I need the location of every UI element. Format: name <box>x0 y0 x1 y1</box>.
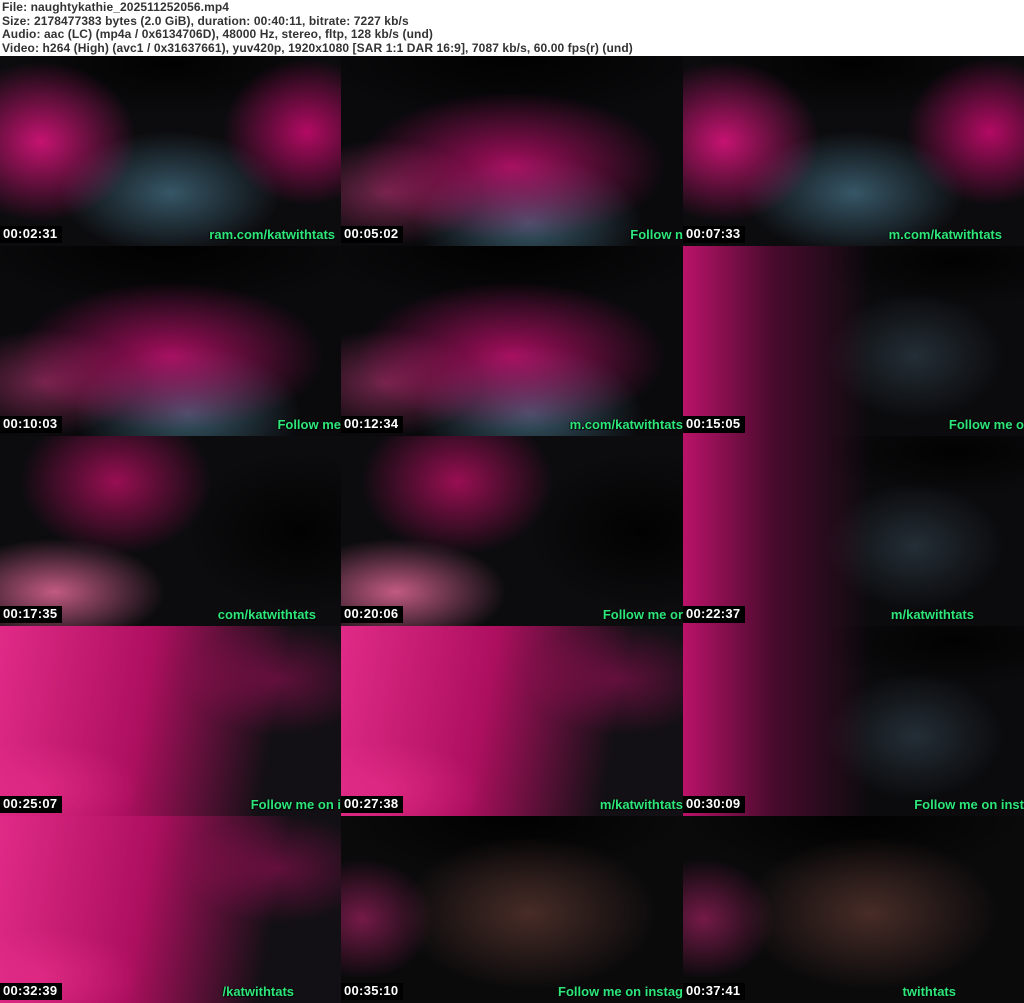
thumbnail-image <box>683 246 1024 436</box>
thumbnail-image <box>0 436 341 626</box>
video-thumbnail-14[interactable]: Follow me on instag 00:35:10 <box>341 816 683 1003</box>
timestamp-badge: 00:07:33 <box>683 226 746 243</box>
timestamp-badge: 00:20:06 <box>341 606 404 623</box>
overlay-caption-text: Follow me o <box>948 417 1024 432</box>
video-thumbnail-6[interactable]: Follow me o 00:15:05 <box>683 246 1024 436</box>
overlay-caption-text: Follow me <box>277 417 341 432</box>
timestamp-badge: 00:32:39 <box>0 983 63 1000</box>
timestamp-badge: 00:30:09 <box>683 796 746 813</box>
overlay-caption-text: Follow n <box>630 227 683 242</box>
thumbnail-image <box>341 56 683 246</box>
video-thumbnail-7[interactable]: com/katwithtats 00:17:35 <box>0 436 341 626</box>
metadata-header: File: naughtykathie_202511252056.mp4 Siz… <box>0 0 1024 56</box>
video-thumbnail-15[interactable]: twithtats 00:37:41 <box>683 816 1024 1003</box>
timestamp-badge: 00:10:03 <box>0 416 63 433</box>
thumbnail-image <box>683 626 1024 816</box>
overlay-caption-text: m.com/katwithtats <box>888 227 1002 242</box>
thumbnail-image <box>683 436 1024 626</box>
thumbnail-image <box>341 436 683 626</box>
overlay-caption-text: m/katwithtats <box>890 607 974 622</box>
overlay-caption-text: m/katwithtats <box>599 797 683 812</box>
overlay-caption-text: Follow me on inst <box>914 797 1024 812</box>
video-thumbnail-4[interactable]: Follow me 00:10:03 <box>0 246 341 436</box>
thumbnail-image <box>0 626 341 816</box>
overlay-caption-text: com/katwithtats <box>217 607 316 622</box>
file-size-line: Size: 2178477383 bytes (2.0 GiB), durati… <box>2 13 409 28</box>
overlay-caption-text: /katwithtats <box>222 984 294 999</box>
video-thumbnail-10[interactable]: Follow me on i 00:25:07 <box>0 626 341 816</box>
audio-info-line: Audio: aac (LC) (mp4a / 0x6134706D), 480… <box>2 27 433 42</box>
thumbnail-grid: ram.com/katwithtats 00:02:31 Follow n 00… <box>0 56 1024 1003</box>
file-name-line: File: naughtykathie_202511252056.mp4 <box>2 0 230 14</box>
video-thumbnail-13[interactable]: /katwithtats 00:32:39 <box>0 816 341 1003</box>
video-thumbnail-2[interactable]: Follow n 00:05:02 <box>341 56 683 246</box>
timestamp-badge: 00:17:35 <box>0 606 63 623</box>
thumbnail-image <box>341 816 683 1003</box>
thumbnail-image <box>683 816 1024 1003</box>
thumbnail-image <box>341 626 683 816</box>
timestamp-badge: 00:25:07 <box>0 796 63 813</box>
video-thumbnail-5[interactable]: m.com/katwithtats 00:12:34 <box>341 246 683 436</box>
thumbnail-image <box>0 56 341 246</box>
video-thumbnail-11[interactable]: m/katwithtats 00:27:38 <box>341 626 683 816</box>
timestamp-badge: 00:02:31 <box>0 226 63 243</box>
timestamp-badge: 00:37:41 <box>683 983 746 1000</box>
thumbnail-image <box>0 816 341 1003</box>
video-thumbnail-9[interactable]: m/katwithtats 00:22:37 <box>683 436 1024 626</box>
overlay-caption-text: m.com/katwithtats <box>569 417 683 432</box>
thumbnail-image <box>0 246 341 436</box>
timestamp-badge: 00:05:02 <box>341 226 404 243</box>
overlay-caption-text: Follow me or <box>602 607 683 622</box>
overlay-caption-text: Follow me on instag <box>558 984 683 999</box>
timestamp-badge: 00:22:37 <box>683 606 746 623</box>
thumbnail-image <box>683 56 1024 246</box>
timestamp-badge: 00:15:05 <box>683 416 746 433</box>
timestamp-badge: 00:12:34 <box>341 416 404 433</box>
video-thumbnail-12[interactable]: Follow me on inst 00:30:09 <box>683 626 1024 816</box>
video-thumbnail-8[interactable]: Follow me or 00:20:06 <box>341 436 683 626</box>
overlay-caption-text: Follow me on i <box>250 797 341 812</box>
video-thumbnail-3[interactable]: m.com/katwithtats 00:07:33 <box>683 56 1024 246</box>
timestamp-badge: 00:35:10 <box>341 983 404 1000</box>
overlay-caption-text: ram.com/katwithtats <box>209 227 335 242</box>
video-thumbnail-1[interactable]: ram.com/katwithtats 00:02:31 <box>0 56 341 246</box>
timestamp-badge: 00:27:38 <box>341 796 404 813</box>
video-info-line: Video: h264 (High) (avc1 / 0x31637661), … <box>2 41 633 56</box>
thumbnail-image <box>341 246 683 436</box>
overlay-caption-text: twithtats <box>902 984 956 999</box>
